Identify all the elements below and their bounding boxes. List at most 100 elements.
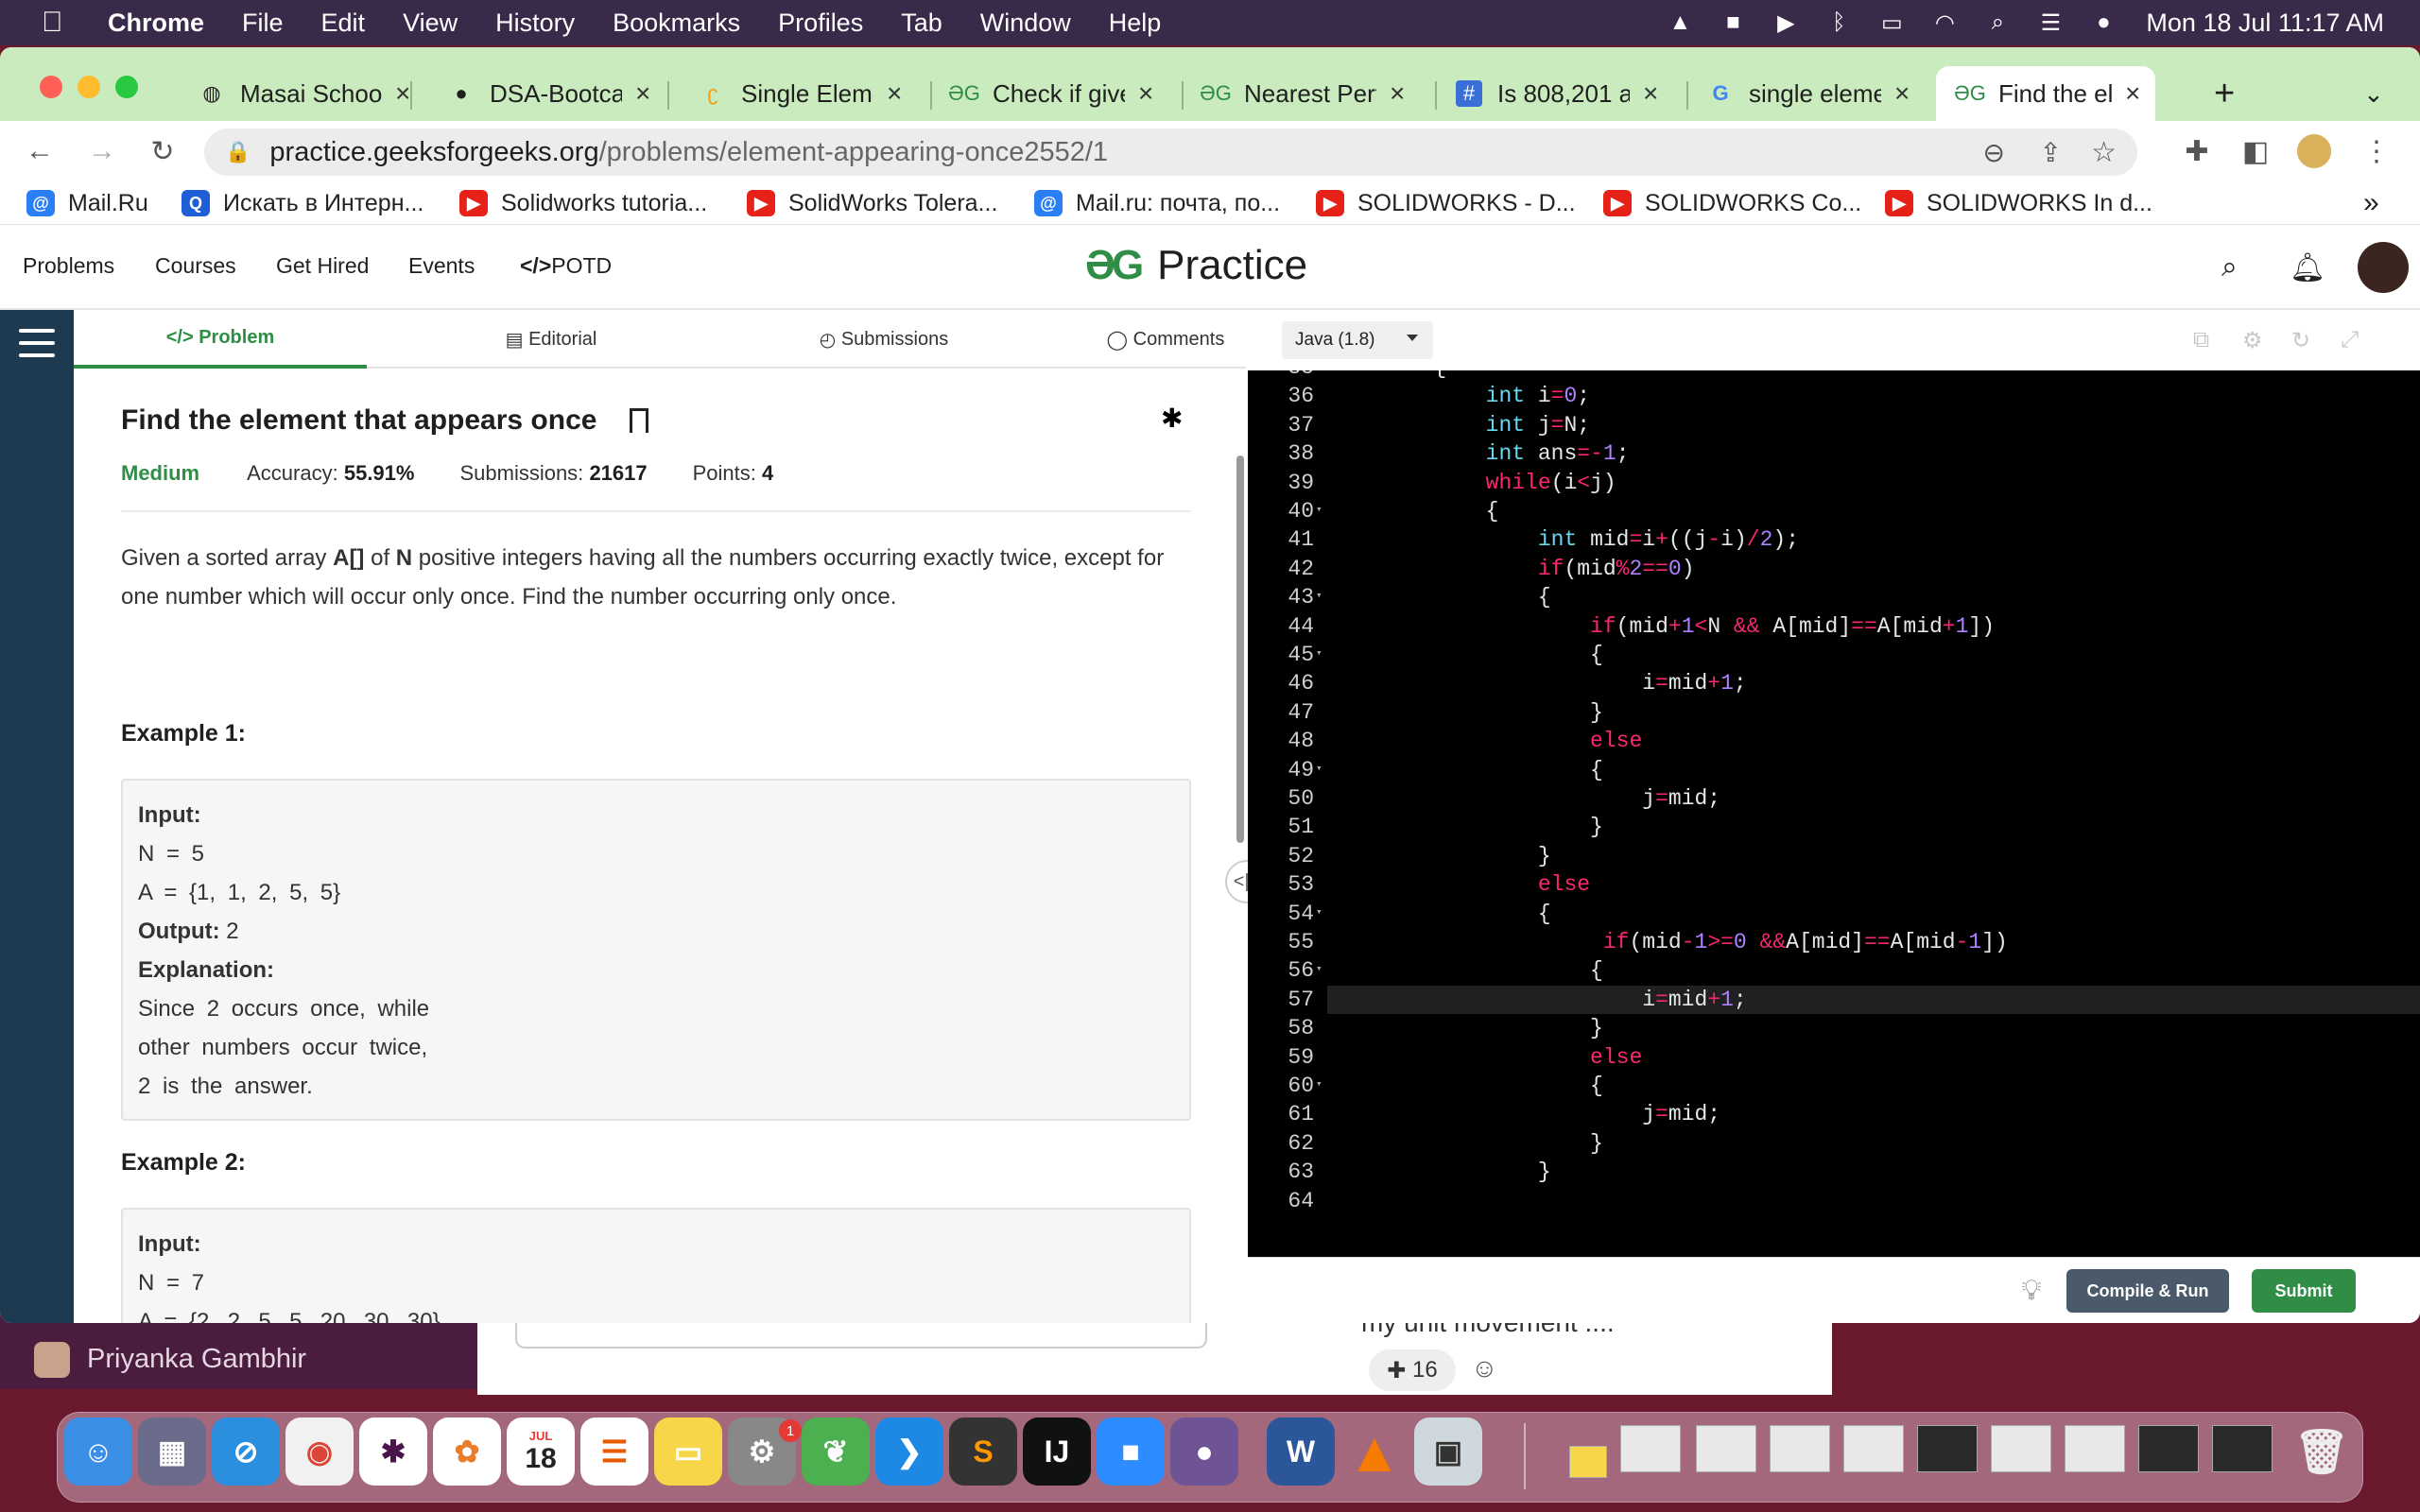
code-line[interactable]: int ans=-1; [1329,439,1630,468]
code-line[interactable]: int i=0; [1329,382,1590,410]
github-desktop-icon[interactable]: ● [1170,1418,1238,1486]
chrome-icon[interactable]: ◉ [285,1418,354,1486]
code-line[interactable]: int j=N; [1329,411,1590,439]
zoom-app-icon[interactable]: ■ [1097,1418,1165,1486]
code-editor[interactable]: 353637383940▾414243▾4445▾46474849▾505152… [1248,370,2420,1304]
menu-bookmarks[interactable]: Bookmarks [613,9,740,38]
tab-nearest-perfect[interactable]: ƏG Nearest Perfect × [1200,66,1405,121]
notes-icon[interactable]: ▭ [654,1418,722,1486]
minimized-window[interactable] [1991,1425,2051,1472]
reaction-button[interactable]: ✚ 16 [1369,1349,1456,1391]
menu-file[interactable]: File [242,9,284,38]
code-line[interactable]: } [1329,813,1603,841]
bookmark-item[interactable]: Q Искать в Интерн... [182,187,424,219]
nav-potd[interactable]: </>POTD [520,253,612,279]
code-line[interactable]: if(mid%2==0) [1329,555,1695,583]
bell-icon[interactable]: 🔔︎ [2290,251,2325,284]
code-line[interactable]: if(mid+1<N && A[mid]==A[mid+1]) [1329,612,1995,641]
code-line[interactable]: j=mid; [1329,784,1720,813]
control-center-icon[interactable]: ☰ [2034,9,2066,37]
forward-icon[interactable]: → [85,134,119,168]
tab-check-if-given[interactable]: ƏG Check if given × [948,66,1153,121]
tab-search-button[interactable]: ⌄ [2363,66,2384,121]
lightbulb-hint-icon[interactable]: 💡︎ [2010,1269,2053,1313]
address-bar[interactable]: 🔒 practice.geeksforgeeks.org/problems/el… [204,129,2137,176]
close-tab-icon[interactable]: × [2125,78,2140,109]
language-select[interactable]: Java (1.8) [1282,321,1433,359]
code-line[interactable]: while(i<j) [1329,469,1616,497]
minimized-window[interactable] [1620,1425,1681,1472]
bookmark-icon[interactable] [630,408,648,433]
reminders-icon[interactable]: ☰ [580,1418,648,1486]
close-tab-icon[interactable]: × [395,78,410,109]
calendar-icon[interactable]: JUL 18 [507,1418,575,1486]
close-tab-icon[interactable]: × [635,78,650,109]
minimized-window[interactable] [1917,1425,1978,1472]
word-icon[interactable]: W [1267,1418,1335,1486]
nav-problems[interactable]: Problems [23,253,114,279]
fold-toggle-icon[interactable]: ▾ [1316,905,1322,919]
report-bug-icon[interactable]: ✱ [1161,403,1183,434]
spring-leaf-icon[interactable]: ❦ [802,1418,870,1486]
minimized-window[interactable] [2138,1425,2199,1472]
fold-toggle-icon[interactable]: ▾ [1316,762,1322,775]
bookmarks-overflow-icon[interactable]: » [2363,187,2379,219]
nav-get-hired[interactable]: Get Hired [276,253,369,279]
gfg-practice-logo[interactable]: ƏG Practice [1085,242,1307,289]
menu-history[interactable]: History [495,9,575,38]
close-tab-icon[interactable]: × [1390,78,1405,109]
lock-icon[interactable]: 🔒 [225,140,251,164]
menu-app-name[interactable]: Chrome [108,9,204,38]
close-window-button[interactable] [40,76,62,98]
slack-icon[interactable]: ✱ [359,1418,427,1486]
vlc-icon[interactable]: ▲ [1340,1418,1409,1486]
vscode-icon[interactable]: ❯ [875,1418,943,1486]
bookmark-item[interactable]: ▶ SOLIDWORKS Co... [1603,187,1861,219]
more-menu-icon[interactable]: ⋮ [2360,134,2394,168]
back-icon[interactable]: ← [23,134,57,168]
code-line[interactable]: } [1329,698,1603,727]
minimized-window[interactable] [1696,1425,1756,1472]
minimize-window-button[interactable] [78,76,100,98]
siri-icon[interactable]: ● [2087,9,2119,37]
safari-icon[interactable]: ⊘ [212,1418,280,1486]
bookmark-item[interactable]: @ Mail.Ru [26,187,148,219]
vlc-status-icon[interactable]: ▲ [1664,9,1696,37]
menu-tab[interactable]: Tab [901,9,942,38]
avatar[interactable] [2358,242,2409,293]
bluetooth-icon[interactable]: ᛒ [1823,9,1855,37]
copy-icon[interactable]: ⧉ [2193,327,2218,352]
bookmark-item[interactable]: ▶ SOLIDWORKS In d... [1885,187,2152,219]
menu-clock[interactable]: Mon 18 Jul 11:17 AM [2146,9,2384,38]
finder-icon[interactable]: ☺ [64,1418,132,1486]
tab-find-the-element[interactable]: ƏG Find the element × [1936,66,2155,121]
zoom-icon[interactable]: ⊖ [1983,137,2005,168]
hamburger-menu-icon[interactable] [19,329,55,366]
code-line[interactable]: if(mid-1>=0 &&A[mid]==A[mid-1]) [1329,928,2008,956]
tab-dsa-bootcamp[interactable]: ● DSA-Bootcamp × [448,66,650,121]
code-line[interactable]: { [1329,900,1551,928]
side-panel-icon[interactable]: ◧ [2238,134,2273,168]
code-line[interactable]: { [1329,1072,1603,1100]
preview-icon[interactable]: ▣ [1414,1418,1482,1486]
code-line[interactable]: } [1329,1014,1603,1042]
bookmark-item[interactable]: ▶ SolidWorks Tolera... [747,187,997,219]
tab-masai[interactable]: ◍ Masai School × [199,66,410,121]
maximize-window-button[interactable] [115,76,138,98]
bookmark-star-icon[interactable]: ☆ [2091,136,2117,169]
intellij-icon[interactable]: IJ [1023,1418,1091,1486]
code-line[interactable]: j=mid; [1329,1100,1720,1128]
apple-menu-icon[interactable]:  [42,7,79,39]
code-line[interactable]: else [1329,1043,1642,1072]
tab-problem[interactable]: </> Problem [74,310,367,369]
close-tab-icon[interactable]: × [1138,78,1153,109]
fold-toggle-icon[interactable]: ▾ [1316,646,1322,660]
sublime-text-icon[interactable]: S [949,1418,1017,1486]
search-icon[interactable]: ⌕ [2221,251,2238,284]
code-line[interactable]: { [1329,497,1499,525]
menu-profiles[interactable]: Profiles [778,9,863,38]
code-line[interactable]: int mid=i+((j-i)/2); [1329,525,1799,554]
minimized-window[interactable] [1843,1425,1904,1472]
nav-events[interactable]: Events [408,253,475,279]
zoom-status-icon[interactable]: ■ [1717,9,1749,37]
